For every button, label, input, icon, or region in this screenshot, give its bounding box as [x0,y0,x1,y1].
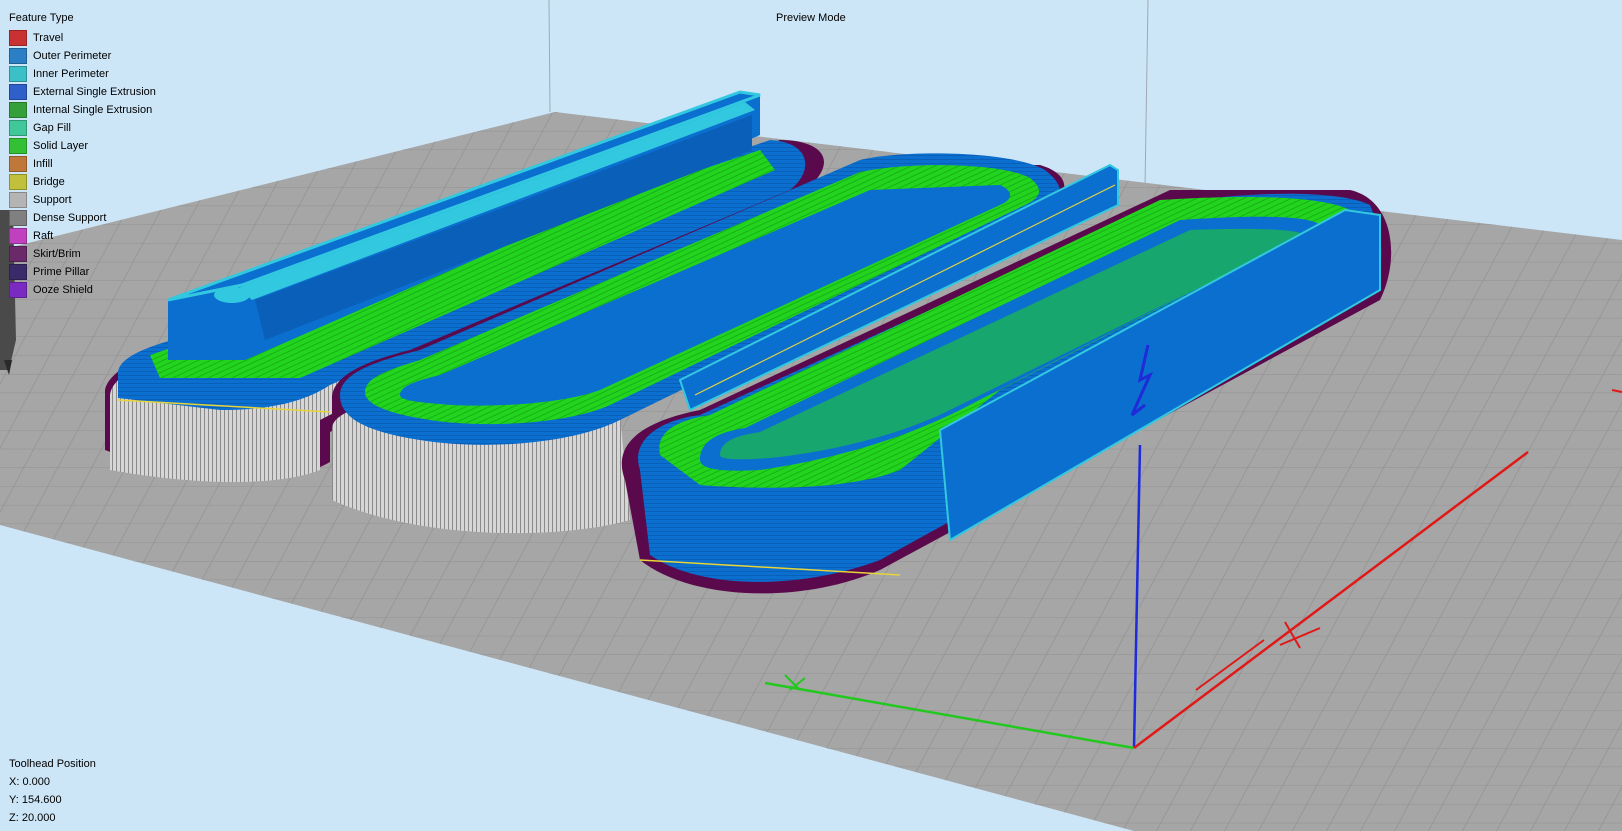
legend-item: Support [9,191,156,209]
toolhead-x: X: 0.000 [9,776,50,788]
legend-label: Inner Perimeter [33,68,109,80]
legend-label: Internal Single Extrusion [33,104,153,116]
legend-item: Travel [9,29,156,47]
toolhead-y: Y: 154.600 [9,794,62,806]
legend-label: Prime Pillar [33,266,90,278]
legend-swatch [9,264,27,280]
legend-swatch [9,30,27,46]
legend-label: Travel [33,32,64,44]
feature-type-legend: Feature Type Travel Outer Perimeter Inner … [9,10,156,299]
toolhead-title: Toolhead Position [9,758,96,770]
origin-guide-line [548,0,551,113]
legend-swatch [9,156,27,172]
legend-item: Solid Layer [9,137,156,155]
legend-swatch [9,174,27,190]
legend-item: Ooze Shield [9,281,156,299]
legend-item: External Single Extrusion [9,83,156,101]
toolhead-z: Z: 20.000 [9,812,56,824]
legend-swatch [9,138,27,154]
legend-title: Feature Type [9,12,74,24]
legend-label: Infill [33,158,53,170]
legend-swatch [9,102,27,118]
legend-item: Bridge [9,173,156,191]
toolhead-position-panel: Toolhead Position X: 0.000 Y: 154.600 Z:… [9,755,96,827]
legend-label: Bridge [33,176,65,188]
3d-viewport[interactable] [0,0,1622,831]
legend-swatch [9,84,27,100]
view-mode-label: Preview Mode [776,12,846,24]
legend-label: Ooze Shield [33,284,93,296]
legend-label: Skirt/Brim [33,248,81,260]
legend-item: Skirt/Brim [9,245,156,263]
legend-label: Support [33,194,72,206]
legend-item: Infill [9,155,156,173]
legend-swatch [9,228,27,244]
legend-swatch [9,192,27,208]
legend-label: External Single Extrusion [33,86,156,98]
legend-item: Inner Perimeter [9,65,156,83]
legend-item: Outer Perimeter [9,47,156,65]
legend-swatch [9,282,27,298]
legend-item: Dense Support [9,209,156,227]
legend-swatch [9,246,27,262]
legend-label: Dense Support [33,212,107,224]
legend-item: Raft [9,227,156,245]
legend-swatch [9,120,27,136]
legend-label: Raft [33,230,54,242]
legend-list: Travel Outer Perimeter Inner Perimeter Exte… [9,29,156,299]
legend-swatch [9,48,27,64]
legend-label: Outer Perimeter [33,50,112,62]
legend-swatch [9,210,27,226]
legend-item: Internal Single Extrusion [9,101,156,119]
legend-item: Prime Pillar [9,263,156,281]
legend-swatch [9,66,27,82]
legend-item: Gap Fill [9,119,156,137]
legend-label: Solid Layer [33,140,89,152]
legend-label: Gap Fill [33,122,71,134]
